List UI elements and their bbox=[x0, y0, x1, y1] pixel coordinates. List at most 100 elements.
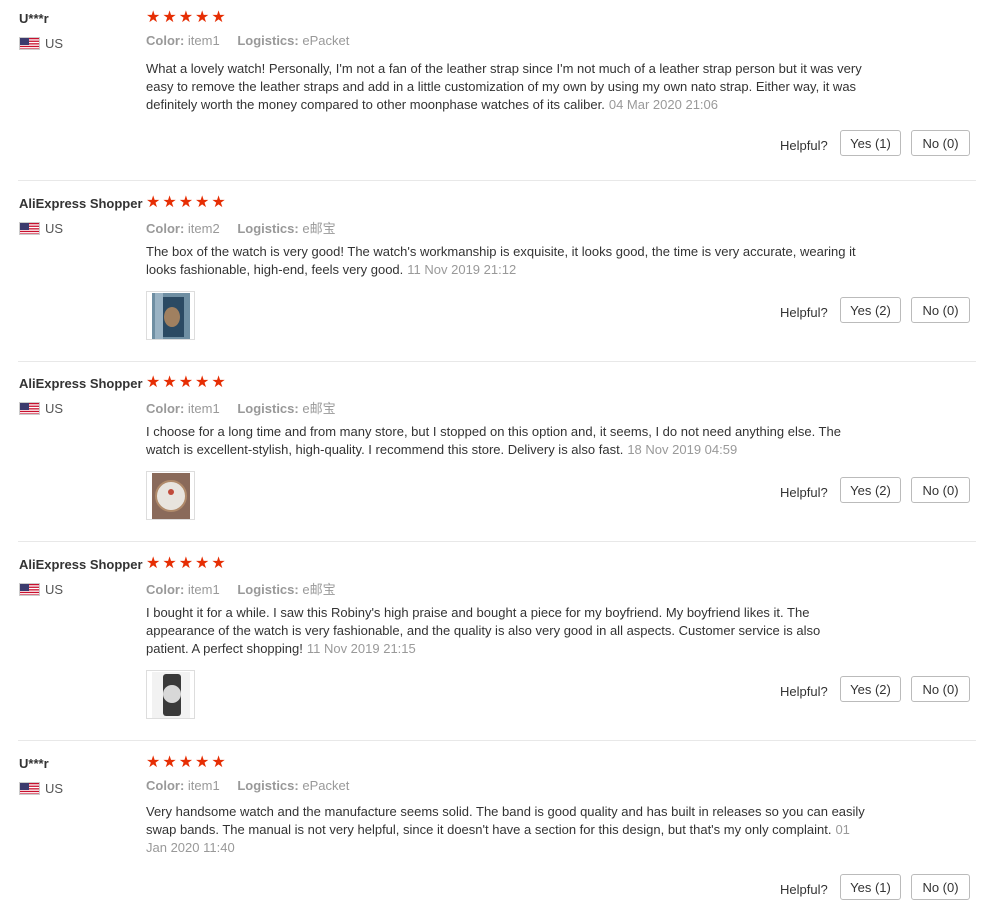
color-value: item1 bbox=[187, 582, 220, 597]
logistics-value: e邮宝 bbox=[302, 221, 336, 236]
color-label: Color: bbox=[146, 778, 185, 793]
review-date: 11 Nov 2019 21:12 bbox=[407, 262, 517, 277]
star-icon: ★ bbox=[162, 555, 178, 572]
star-icon: ★ bbox=[178, 9, 195, 26]
reviewer-name: AliExpress Shopper bbox=[19, 557, 143, 572]
star-icon: ★ bbox=[146, 194, 162, 211]
divider bbox=[18, 180, 976, 181]
logistics-value: ePacket bbox=[302, 33, 350, 48]
helpful-yes-button[interactable]: Yes (2) bbox=[840, 297, 901, 323]
reviewer-country: US bbox=[19, 35, 63, 51]
color-label: Color: bbox=[146, 221, 185, 236]
reviewer-country: US bbox=[19, 400, 63, 416]
review-meta: Color: item1 Logistics: ePacket bbox=[146, 778, 363, 793]
color-value: item1 bbox=[187, 33, 220, 48]
star-icon: ★ bbox=[211, 555, 227, 572]
helpful-no-button[interactable]: No (0) bbox=[911, 477, 970, 503]
review-body: Very handsome watch and the manufacture … bbox=[146, 804, 865, 837]
logistics-label: Logistics: bbox=[237, 778, 299, 793]
star-icon: ★ bbox=[178, 754, 195, 771]
country-code: US bbox=[45, 35, 64, 51]
reviewer-name: AliExpress Shopper bbox=[19, 196, 143, 211]
review-text: Very handsome watch and the manufacture … bbox=[146, 803, 866, 857]
photo-thumbnail-image bbox=[151, 671, 190, 718]
review-photo[interactable] bbox=[146, 291, 195, 340]
reviewer-name: U***r bbox=[19, 756, 49, 771]
star-icon: ★ bbox=[195, 754, 211, 771]
review-text: I bought it for a while. I saw this Robi… bbox=[146, 604, 866, 658]
divider bbox=[18, 740, 976, 741]
reviewer-country: US bbox=[19, 220, 63, 236]
helpful-no-button[interactable]: No (0) bbox=[911, 130, 970, 156]
star-icon: ★ bbox=[195, 374, 211, 391]
star-icon: ★ bbox=[211, 754, 227, 771]
star-icon: ★ bbox=[178, 194, 195, 211]
star-rating: ★★★★★ bbox=[146, 9, 228, 27]
logistics-label: Logistics: bbox=[237, 401, 299, 416]
helpful-label: Helpful? bbox=[780, 684, 828, 699]
helpful-no-button[interactable]: No (0) bbox=[911, 874, 970, 900]
star-icon: ★ bbox=[146, 555, 162, 572]
review-photo[interactable] bbox=[146, 670, 195, 719]
us-flag-icon bbox=[19, 221, 40, 235]
review-meta: Color: item1 Logistics: e邮宝 bbox=[146, 398, 350, 417]
divider bbox=[18, 361, 976, 362]
star-icon: ★ bbox=[195, 9, 211, 26]
star-icon: ★ bbox=[146, 374, 162, 391]
helpful-yes-button[interactable]: Yes (2) bbox=[840, 676, 901, 702]
star-icon: ★ bbox=[195, 555, 211, 572]
country-code: US bbox=[45, 780, 64, 796]
star-icon: ★ bbox=[162, 374, 178, 391]
helpful-label: Helpful? bbox=[780, 485, 828, 500]
reviewer-country: US bbox=[19, 780, 63, 796]
photo-thumbnail-image bbox=[151, 292, 190, 339]
divider bbox=[18, 541, 976, 542]
star-icon: ★ bbox=[178, 555, 195, 572]
logistics-value: e邮宝 bbox=[302, 582, 336, 597]
helpful-yes-button[interactable]: Yes (1) bbox=[840, 130, 901, 156]
review-date: 18 Nov 2019 04:59 bbox=[627, 442, 738, 457]
review-text: The box of the watch is very good! The w… bbox=[146, 243, 866, 279]
review-meta: Color: item1 Logistics: e邮宝 bbox=[146, 579, 350, 598]
review-date: 04 Mar 2020 21:06 bbox=[608, 97, 718, 112]
review-text: I choose for a long time and from many s… bbox=[146, 423, 866, 459]
helpful-label: Helpful? bbox=[780, 882, 828, 897]
review-body: What a lovely watch! Personally, I'm not… bbox=[146, 61, 862, 112]
helpful-yes-button[interactable]: Yes (2) bbox=[840, 477, 901, 503]
star-icon: ★ bbox=[146, 754, 162, 771]
reviewer-name: AliExpress Shopper bbox=[19, 376, 143, 391]
helpful-no-button[interactable]: No (0) bbox=[911, 297, 970, 323]
color-value: item1 bbox=[187, 401, 220, 416]
logistics-value: ePacket bbox=[302, 778, 350, 793]
star-icon: ★ bbox=[162, 194, 178, 211]
review-meta: Color: item1 Logistics: ePacket bbox=[146, 33, 363, 48]
country-code: US bbox=[45, 400, 64, 416]
logistics-label: Logistics: bbox=[237, 221, 299, 236]
star-icon: ★ bbox=[211, 194, 227, 211]
color-label: Color: bbox=[146, 33, 185, 48]
helpful-yes-button[interactable]: Yes (1) bbox=[840, 874, 901, 900]
review-text: What a lovely watch! Personally, I'm not… bbox=[146, 60, 866, 114]
review-date: 11 Nov 2019 21:15 bbox=[306, 641, 416, 656]
star-icon: ★ bbox=[146, 9, 162, 26]
review-meta: Color: item2 Logistics: e邮宝 bbox=[146, 218, 350, 237]
star-icon: ★ bbox=[178, 374, 195, 391]
review-body: I bought it for a while. I saw this Robi… bbox=[146, 605, 821, 656]
star-icon: ★ bbox=[162, 754, 178, 771]
star-icon: ★ bbox=[162, 9, 178, 26]
us-flag-icon bbox=[19, 582, 40, 596]
helpful-no-button[interactable]: No (0) bbox=[911, 676, 970, 702]
review-photo[interactable] bbox=[146, 471, 195, 520]
country-code: US bbox=[45, 581, 64, 597]
color-value: item1 bbox=[187, 778, 220, 793]
us-flag-icon bbox=[19, 36, 40, 50]
color-label: Color: bbox=[146, 401, 185, 416]
color-label: Color: bbox=[146, 582, 185, 597]
logistics-label: Logistics: bbox=[237, 582, 299, 597]
us-flag-icon bbox=[19, 781, 40, 795]
logistics-label: Logistics: bbox=[237, 33, 299, 48]
us-flag-icon bbox=[19, 401, 40, 415]
star-icon: ★ bbox=[195, 194, 211, 211]
star-rating: ★★★★★ bbox=[146, 194, 228, 212]
photo-thumbnail-image bbox=[151, 472, 190, 519]
